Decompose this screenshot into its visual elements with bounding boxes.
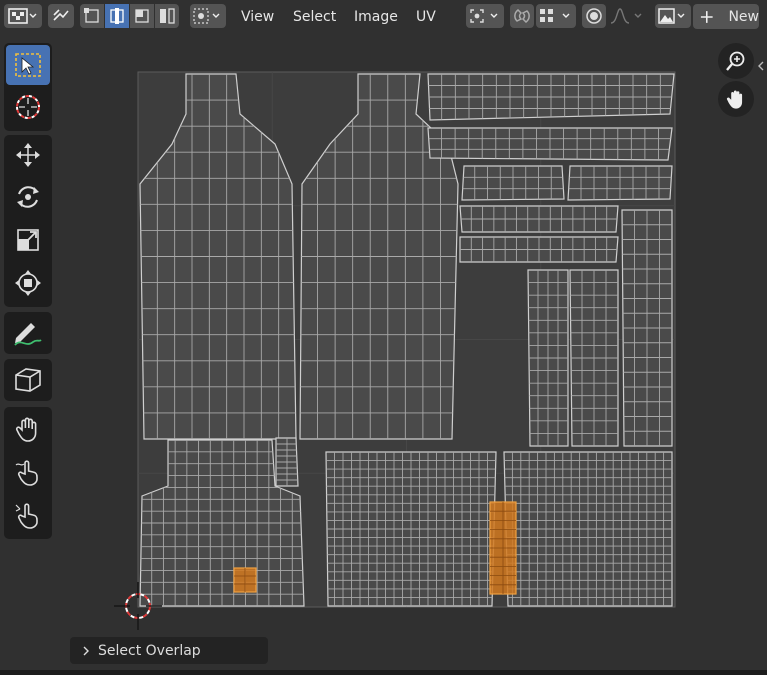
chevron-right-icon <box>83 646 89 655</box>
menu-uv[interactable]: UV <box>410 6 442 28</box>
edge-mode-icon <box>110 8 124 24</box>
selected-faces-strip[interactable] <box>489 501 517 595</box>
uv-canvas[interactable] <box>0 34 767 670</box>
sticky-selection-dropdown[interactable] <box>190 4 226 28</box>
tool-rip-region[interactable] <box>6 360 50 400</box>
editor-bottom-edge <box>0 670 767 675</box>
pivot-point-dropdown[interactable] <box>466 4 504 28</box>
toolbar-select-group <box>4 43 52 131</box>
falloff-curve-icon <box>610 8 642 24</box>
snap-toggle[interactable] <box>510 4 534 28</box>
move-icon <box>16 143 40 167</box>
edge-select-mode[interactable] <box>105 4 129 28</box>
editor-type-button[interactable] <box>4 4 42 28</box>
magnet-icon <box>514 9 530 23</box>
toolbar-transform-group <box>4 135 52 307</box>
grid-snap-icon <box>540 9 570 22</box>
toolbar-sculpt-group <box>4 407 52 539</box>
tool-rotate[interactable] <box>6 177 50 217</box>
tool-select-box[interactable] <box>6 45 50 85</box>
rip-region-icon <box>15 368 41 392</box>
menu-select[interactable]: Select <box>287 6 342 28</box>
tool-move[interactable] <box>6 135 50 175</box>
selected-faces-small[interactable] <box>233 567 257 593</box>
new-button-label: New <box>728 8 759 25</box>
proportional-edit-icon <box>586 8 602 24</box>
hand-icon <box>726 90 743 109</box>
vertex-mode-icon <box>84 8 99 23</box>
uv-island-strip-6[interactable] <box>459 236 619 263</box>
tool-annotate[interactable] <box>6 313 50 353</box>
pan-view-button[interactable] <box>718 81 754 117</box>
toolbar-rip-group <box>4 359 52 401</box>
scale-icon <box>17 229 39 251</box>
last-operator-label: Select Overlap <box>98 642 201 659</box>
browse-image-dropdown[interactable] <box>655 4 691 28</box>
last-operator-panel[interactable]: Select Overlap <box>70 637 268 664</box>
sidebar-toggle-arrow[interactable] <box>757 56 765 71</box>
toolbar-annotate-group <box>4 312 52 354</box>
tool-scale[interactable] <box>6 220 50 260</box>
transform-icon <box>15 270 41 296</box>
sticky-select-icon <box>193 8 220 24</box>
uv-island-panel-b[interactable] <box>569 269 619 447</box>
tool-transform[interactable] <box>6 263 50 303</box>
relax-finger-icon <box>15 460 38 486</box>
select-box-icon <box>15 53 41 77</box>
grab-hand-icon <box>15 417 37 442</box>
uv-island-strip-5[interactable] <box>459 205 619 233</box>
uv-editor-header: View Select Image UV New <box>0 0 767 34</box>
face-select-mode[interactable] <box>130 4 154 28</box>
zoom-view-button[interactable] <box>718 43 754 79</box>
sync-icon <box>53 9 69 21</box>
falloff-dropdown[interactable] <box>608 4 646 28</box>
proportional-editing-toggle[interactable] <box>582 4 606 28</box>
tool-pinch[interactable] <box>6 495 50 535</box>
pinch-finger-icon <box>15 503 38 529</box>
image-editor-icon <box>8 8 37 24</box>
uv-island-sleeve-tall[interactable] <box>621 209 673 447</box>
tool-grab[interactable] <box>6 409 50 449</box>
image-browse-icon <box>658 8 685 24</box>
chevron-left-icon <box>758 61 764 71</box>
uv-island-strip-3[interactable] <box>461 165 565 201</box>
uv-island-back-left[interactable] <box>325 451 497 607</box>
uv-island-center-strip[interactable] <box>275 437 299 487</box>
menu-view[interactable]: View <box>235 6 280 28</box>
tool-cursor[interactable] <box>6 87 50 127</box>
uv-island-panel-a[interactable] <box>527 269 569 447</box>
island-mode-icon <box>160 8 175 24</box>
uv-island-strap-2[interactable] <box>427 127 673 161</box>
tool-relax[interactable] <box>6 452 50 492</box>
menu-image[interactable]: Image <box>348 6 404 28</box>
zoom-icon <box>726 51 745 71</box>
face-mode-icon <box>135 9 149 23</box>
rotate-icon <box>17 186 39 208</box>
uv-island-strap-1[interactable] <box>427 73 675 121</box>
cursor-icon <box>16 95 40 119</box>
island-select-mode[interactable] <box>155 4 179 28</box>
uv-island-back-right[interactable] <box>503 451 673 607</box>
new-image-button[interactable]: New <box>693 4 759 29</box>
annotate-pencil-icon <box>14 323 42 346</box>
uv-viewport[interactable] <box>0 34 767 670</box>
uv-island-strip-4[interactable] <box>567 165 673 201</box>
vertex-select-mode[interactable] <box>80 4 104 28</box>
pivot-icon <box>470 9 498 23</box>
plus-icon <box>700 10 713 23</box>
sync-selection-button[interactable] <box>48 4 74 28</box>
snap-target-dropdown[interactable] <box>536 4 576 28</box>
